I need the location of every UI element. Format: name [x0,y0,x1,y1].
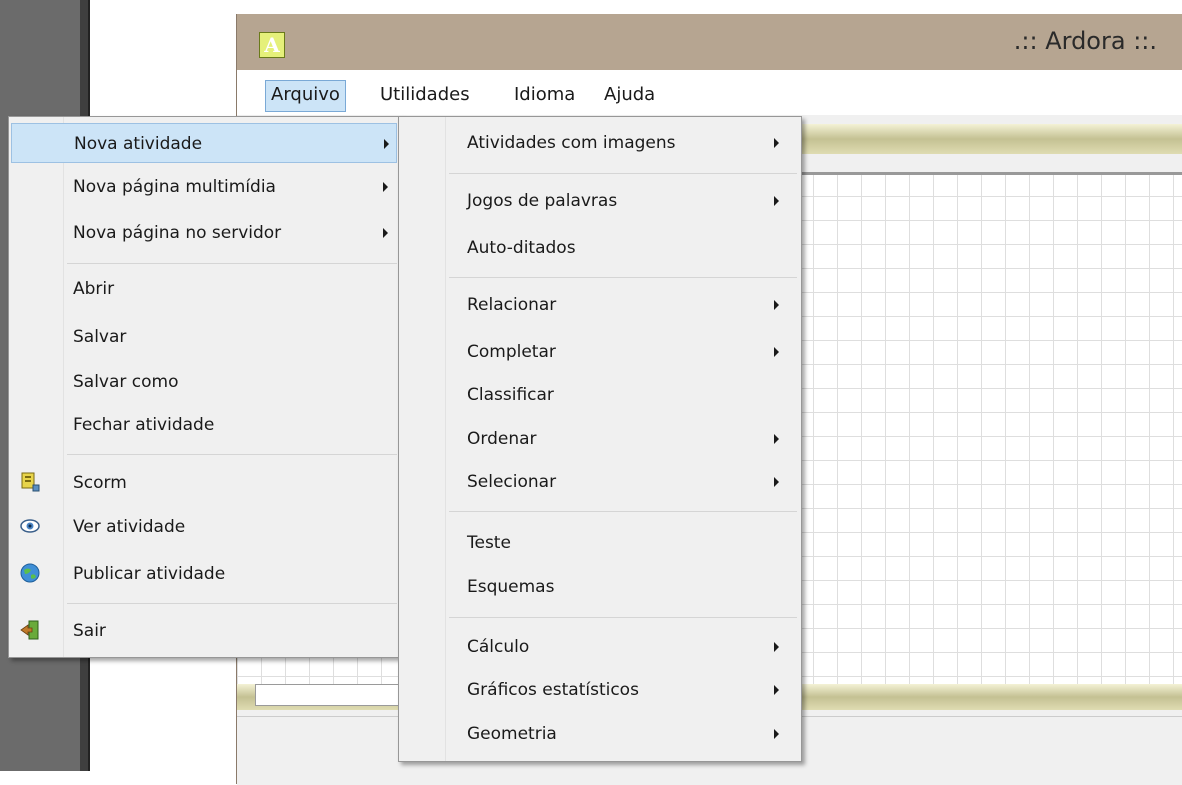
new-activity-submenu: Atividades com imagens Jogos de palavras… [398,116,802,762]
menu-item-label: Completar [467,342,556,362]
submenu-item-image-activities[interactable]: Atividades com imagens [401,123,797,163]
menu-item-label: Relacionar [467,295,557,315]
menu-idioma[interactable]: Idioma [509,80,580,110]
menu-item-new-activity[interactable]: Nova atividade [11,123,397,163]
eye-icon [20,519,40,533]
menu-item-label: Sair [73,621,106,641]
menu-item-new-server-page[interactable]: Nova página no servidor [11,213,397,253]
menu-item-label: Publicar atividade [73,564,226,584]
submenu-item-calculation[interactable]: Cálculo [401,627,797,667]
menu-item-save[interactable]: Salvar [11,317,397,357]
menu-separator [449,277,797,278]
submenu-arrow-icon [774,138,779,148]
submenu-arrow-icon [774,477,779,487]
submenu-item-test[interactable]: Teste [401,523,797,563]
menu-separator [449,511,797,512]
menu-item-label: Abrir [73,279,115,299]
submenu-arrow-icon [774,347,779,357]
globe-icon [20,563,40,583]
menu-item-publish-activity[interactable]: Publicar atividade [11,554,397,594]
title-bar[interactable]: A .:: Ardora ::. [237,14,1182,70]
submenu-arrow-icon [774,300,779,310]
exit-door-icon [20,620,39,640]
menu-item-label: Scorm [73,473,127,493]
menu-item-scorm[interactable]: Scorm [11,463,397,503]
window-title: .:: Ardora ::. [1013,27,1157,55]
menu-item-exit[interactable]: Sair [11,611,397,651]
submenu-item-order[interactable]: Ordenar [401,419,797,459]
submenu-arrow-icon [383,228,388,238]
menu-separator [67,603,397,604]
menu-item-new-multimedia-page[interactable]: Nova página multimídia [11,167,397,207]
menu-bar: Arquivo Utilidades Idioma Ajuda [237,70,1182,115]
app-logo-icon: A [259,32,285,58]
menu-item-label: Gráficos estatísticos [467,680,639,700]
menu-item-label: Nova página no servidor [73,223,282,243]
menu-separator [67,263,397,264]
menu-item-label: Auto-ditados [467,238,576,258]
submenu-arrow-icon [384,139,389,149]
menu-ajuda[interactable]: Ajuda [599,80,660,110]
menu-item-label: Jogos de palavras [467,191,618,211]
menu-item-label: Selecionar [467,472,557,492]
submenu-item-complete[interactable]: Completar [401,332,797,372]
menu-item-label: Cálculo [467,637,530,657]
menu-item-label: Atividades com imagens [467,133,676,153]
menu-separator [449,173,797,174]
menu-item-label: Nova atividade [74,134,203,154]
scorm-package-icon [21,472,40,492]
menu-item-close-activity[interactable]: Fechar atividade [11,405,397,445]
menu-item-open[interactable]: Abrir [11,269,397,309]
menu-item-label: Geometria [467,724,557,744]
menu-item-label: Nova página multimídia [73,177,276,197]
submenu-arrow-icon [774,196,779,206]
menu-item-label: Ver atividade [73,517,186,537]
menu-utilidades[interactable]: Utilidades [375,80,475,110]
submenu-item-schemes[interactable]: Esquemas [401,567,797,607]
menu-item-label: Ordenar [467,429,537,449]
submenu-arrow-icon [774,642,779,652]
menu-item-label: Teste [467,533,511,553]
menu-item-save-as[interactable]: Salvar como [11,362,397,402]
submenu-item-geometry[interactable]: Geometria [401,714,797,754]
submenu-item-statistical-charts[interactable]: Gráficos estatísticos [401,670,797,710]
submenu-item-classify[interactable]: Classificar [401,375,797,415]
menu-item-label: Classificar [467,385,554,405]
submenu-item-select[interactable]: Selecionar [401,462,797,502]
menu-separator [449,617,797,618]
submenu-arrow-icon [774,685,779,695]
submenu-arrow-icon [774,434,779,444]
submenu-item-word-games[interactable]: Jogos de palavras [401,181,797,221]
file-menu: Nova atividade Nova página multimídia No… [8,116,402,658]
menu-separator [67,454,397,455]
menu-item-label: Fechar atividade [73,415,215,435]
menu-item-label: Esquemas [467,577,555,597]
menu-item-label: Salvar como [73,372,179,392]
menu-arquivo[interactable]: Arquivo [265,80,346,112]
submenu-arrow-icon [774,729,779,739]
submenu-arrow-icon [383,182,388,192]
menu-item-view-activity[interactable]: Ver atividade [11,507,397,547]
menu-item-label: Salvar [73,327,127,347]
submenu-item-auto-dictation[interactable]: Auto-ditados [401,228,797,268]
submenu-item-relate[interactable]: Relacionar [401,285,797,325]
